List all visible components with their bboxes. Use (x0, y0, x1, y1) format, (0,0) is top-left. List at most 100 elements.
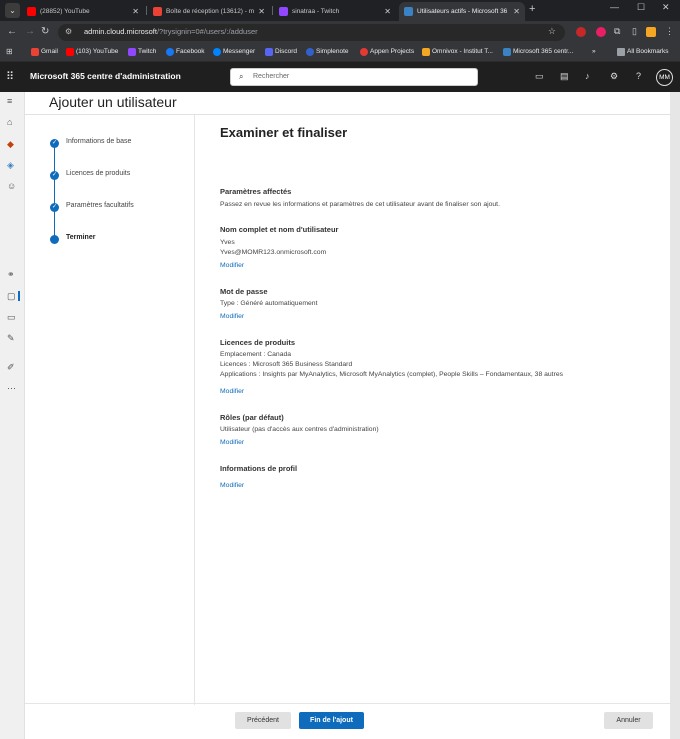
settings-gear-icon[interactable]: ⚙ (610, 71, 618, 82)
name-section-title: Nom complet et nom d'utilisateur (220, 225, 339, 234)
bookmark-label: Twitch (138, 48, 157, 55)
extension-icon[interactable] (576, 27, 586, 37)
browser-tab-m365[interactable]: Utilisateurs actifs - Microsoft 36 ✕ (399, 2, 525, 21)
new-tab-icon[interactable]: + (529, 3, 535, 15)
bookmark-label: (103) YouTube (76, 48, 119, 55)
close-icon[interactable]: ✕ (258, 2, 265, 21)
bookmark-gmail[interactable]: Gmail (31, 48, 58, 56)
avatar[interactable]: MM (656, 69, 673, 86)
extension-icon[interactable] (596, 27, 606, 37)
edit-name-link[interactable]: Modifier (220, 262, 244, 269)
step-label-licenses[interactable]: Licences de produits (66, 170, 130, 177)
billing-icon[interactable]: ▢ (7, 291, 16, 302)
close-icon[interactable]: ✕ (513, 2, 520, 21)
appen-icon (360, 48, 368, 56)
discord-icon (265, 48, 273, 56)
bookmark-youtube[interactable]: (103) YouTube (66, 48, 119, 56)
sidepanel-icon[interactable]: ▯ (632, 26, 637, 37)
roles-section-title: Rôles (par défaut) (220, 413, 284, 422)
edit-roles-link[interactable]: Modifier (220, 439, 244, 446)
bookmark-discord[interactable]: Discord (265, 48, 298, 56)
bookmark-label: Omnivox - Institut T... (432, 48, 493, 55)
messenger-icon (213, 48, 221, 56)
settings-title: Paramètres affectés (220, 187, 292, 196)
back-arrow-icon[interactable]: ← (7, 26, 17, 37)
more-icon[interactable]: ⋯ (7, 383, 16, 394)
bookmark-m365[interactable]: Microsoft 365 centr... (503, 48, 573, 56)
twitch-icon (279, 7, 288, 16)
back-button[interactable]: Précédent (235, 712, 291, 729)
bookmark-label: Appen Projects (370, 48, 415, 55)
step-label-basics[interactable]: Informations de base (66, 138, 131, 145)
billing-card-icon[interactable]: ▭ (7, 312, 16, 323)
all-bookmarks[interactable]: All Bookmarks (617, 48, 669, 56)
finish-adding-button[interactable]: Fin de l'ajout (299, 712, 364, 729)
bookmark-label: Simplenote (316, 48, 349, 55)
tab-search-icon[interactable]: ⌄ (5, 3, 20, 18)
more-menu-icon[interactable]: ⋮ (665, 26, 674, 37)
document-icon[interactable]: ▤ (560, 71, 569, 82)
maximize-icon[interactable]: ☐ (637, 2, 645, 13)
users-icon[interactable]: ☺ (7, 181, 16, 191)
edit-password-link[interactable]: Modifier (220, 313, 244, 320)
bookmark-star-icon[interactable]: ☆ (548, 26, 556, 37)
bookmark-simplenote[interactable]: Simplenote (306, 48, 349, 56)
bookmark-label: Discord (275, 48, 298, 55)
m365-icon (404, 7, 413, 16)
extensions-puzzle-icon[interactable]: ⧉ (614, 26, 620, 37)
close-icon[interactable]: ✕ (132, 2, 139, 21)
browser-tab-gmail[interactable]: Boîte de réception (13612) - m ✕ (148, 2, 270, 21)
simplenote-icon (306, 48, 314, 56)
help-icon[interactable]: ? (636, 71, 641, 81)
bookmarks-bar: ⊞ Gmail (103) YouTube Twitch Facebook Me… (0, 44, 680, 62)
video-icon[interactable]: ▭ (535, 71, 544, 82)
step-current-dot-icon (50, 235, 59, 244)
window-close-icon[interactable]: ✕ (662, 2, 670, 13)
profile-icon[interactable] (646, 27, 656, 37)
more-bookmarks-icon[interactable]: » (592, 48, 596, 55)
facebook-icon (166, 48, 174, 56)
analytics-icon[interactable]: ◈ (7, 160, 14, 171)
hamburger-menu-icon[interactable]: ≡ (7, 96, 12, 106)
bookmark-label: Gmail (41, 48, 58, 55)
address-bar[interactable]: ⚙ admin.cloud.microsoft/?trysignin=0#/us… (58, 24, 565, 41)
forward-arrow-icon[interactable]: → (25, 26, 35, 37)
folder-icon (617, 48, 625, 56)
search-input[interactable]: ⌕ Rechercher (230, 68, 478, 86)
omnivox-icon (422, 48, 430, 56)
password-section-title: Mot de passe (220, 287, 268, 296)
setup-wrench-icon[interactable]: ✎ (7, 333, 15, 344)
groups-icon[interactable]: ⚭ (7, 269, 15, 280)
url-host: admin.cloud.microsoft (84, 27, 157, 36)
step-label-optional[interactable]: Paramètres facultatifs (66, 202, 134, 209)
cancel-button[interactable]: Annuler (604, 712, 653, 729)
tab-title: sinatraa - Twitch (292, 8, 340, 15)
bookmark-messenger[interactable]: Messenger (213, 48, 255, 56)
bookmark-facebook[interactable]: Facebook (166, 48, 205, 56)
home-icon[interactable]: ⌂ (7, 117, 12, 127)
edit-profile-link[interactable]: Modifier (220, 482, 244, 489)
notification-bell-icon[interactable]: ♪ (585, 71, 590, 81)
app-launcher-icon[interactable]: ⠿ (6, 70, 14, 83)
tab-title: Boîte de réception (13612) - m (166, 8, 255, 15)
display-name: Yves (220, 239, 235, 246)
m365-icon (503, 48, 511, 56)
close-icon[interactable]: ✕ (384, 2, 391, 21)
browser-tab-twitch[interactable]: sinatraa - Twitch ✕ (274, 2, 396, 21)
password-type: Type : Généré automatiquement (220, 300, 318, 307)
apps-grid-icon[interactable]: ⊞ (6, 47, 13, 56)
site-info-icon[interactable]: ⚙ (65, 27, 72, 36)
bookmark-twitch[interactable]: Twitch (128, 48, 157, 56)
bookmark-appen[interactable]: Appen Projects (360, 48, 415, 56)
scrollbar[interactable] (670, 92, 680, 739)
minimize-icon[interactable]: — (610, 2, 619, 12)
edit-pen-icon[interactable]: ✐ (7, 362, 15, 373)
browser-tab-youtube[interactable]: (28852) YouTube ✕ (22, 2, 144, 21)
role-value: Utilisateur (pas d'accès aux centres d'a… (220, 426, 379, 433)
bookmark-omnivox[interactable]: Omnivox - Institut T... (422, 48, 493, 56)
url-path: /?trysignin=0#/users/:/adduser (156, 27, 258, 36)
copilot-icon[interactable]: ◆ (7, 139, 14, 150)
gmail-icon (153, 7, 162, 16)
reload-icon[interactable]: ↻ (41, 26, 49, 37)
edit-licenses-link[interactable]: Modifier (220, 388, 244, 395)
